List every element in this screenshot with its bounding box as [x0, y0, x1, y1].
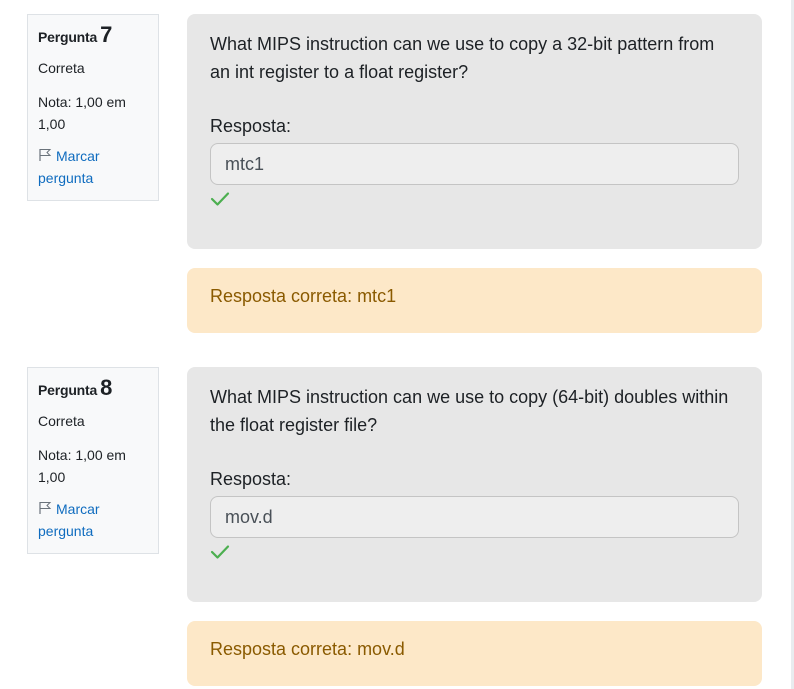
- question-grade: Nota: 1,00 em 1,00: [38, 94, 126, 132]
- check-icon: [210, 192, 230, 206]
- answer-label: Resposta:: [210, 469, 292, 489]
- question-grade: Nota: 1,00 em 1,00: [38, 447, 126, 485]
- question-number-value: 7: [100, 22, 113, 47]
- answer-field[interactable]: mtc1: [210, 143, 739, 185]
- flag-icon: [39, 149, 52, 161]
- question-number: Pergunta 7: [38, 22, 148, 51]
- question-number-value: 8: [100, 375, 113, 400]
- check-icon: [210, 545, 230, 559]
- flag-question-link[interactable]: Marcar pergunta: [38, 498, 138, 542]
- question-info: Pergunta 8 Correta Nota: 1,00 em 1,00 Ma…: [27, 367, 159, 554]
- question-number: Pergunta 8: [38, 375, 148, 404]
- question-state: Correta: [38, 60, 85, 76]
- answer-field[interactable]: mov.d: [210, 496, 739, 538]
- question-text: What MIPS instruction can we use to copy…: [210, 387, 729, 435]
- question-content: What MIPS instruction can we use to copy…: [187, 367, 762, 602]
- flag-icon: [39, 502, 52, 514]
- question-state: Correta: [38, 413, 85, 429]
- question-label: Pergunta: [38, 382, 98, 398]
- correct-answer-feedback: Resposta correta: mtc1: [187, 268, 762, 333]
- question-content: What MIPS instruction can we use to copy…: [187, 14, 762, 249]
- question-label: Pergunta: [38, 29, 98, 45]
- answer-label: Resposta:: [210, 116, 292, 136]
- correct-answer-feedback: Resposta correta: mov.d: [187, 621, 762, 686]
- question-info: Pergunta 7 Correta Nota: 1,00 em 1,00 Ma…: [27, 14, 159, 201]
- flag-question-link[interactable]: Marcar pergunta: [38, 145, 138, 189]
- question-text: What MIPS instruction can we use to copy…: [210, 34, 715, 82]
